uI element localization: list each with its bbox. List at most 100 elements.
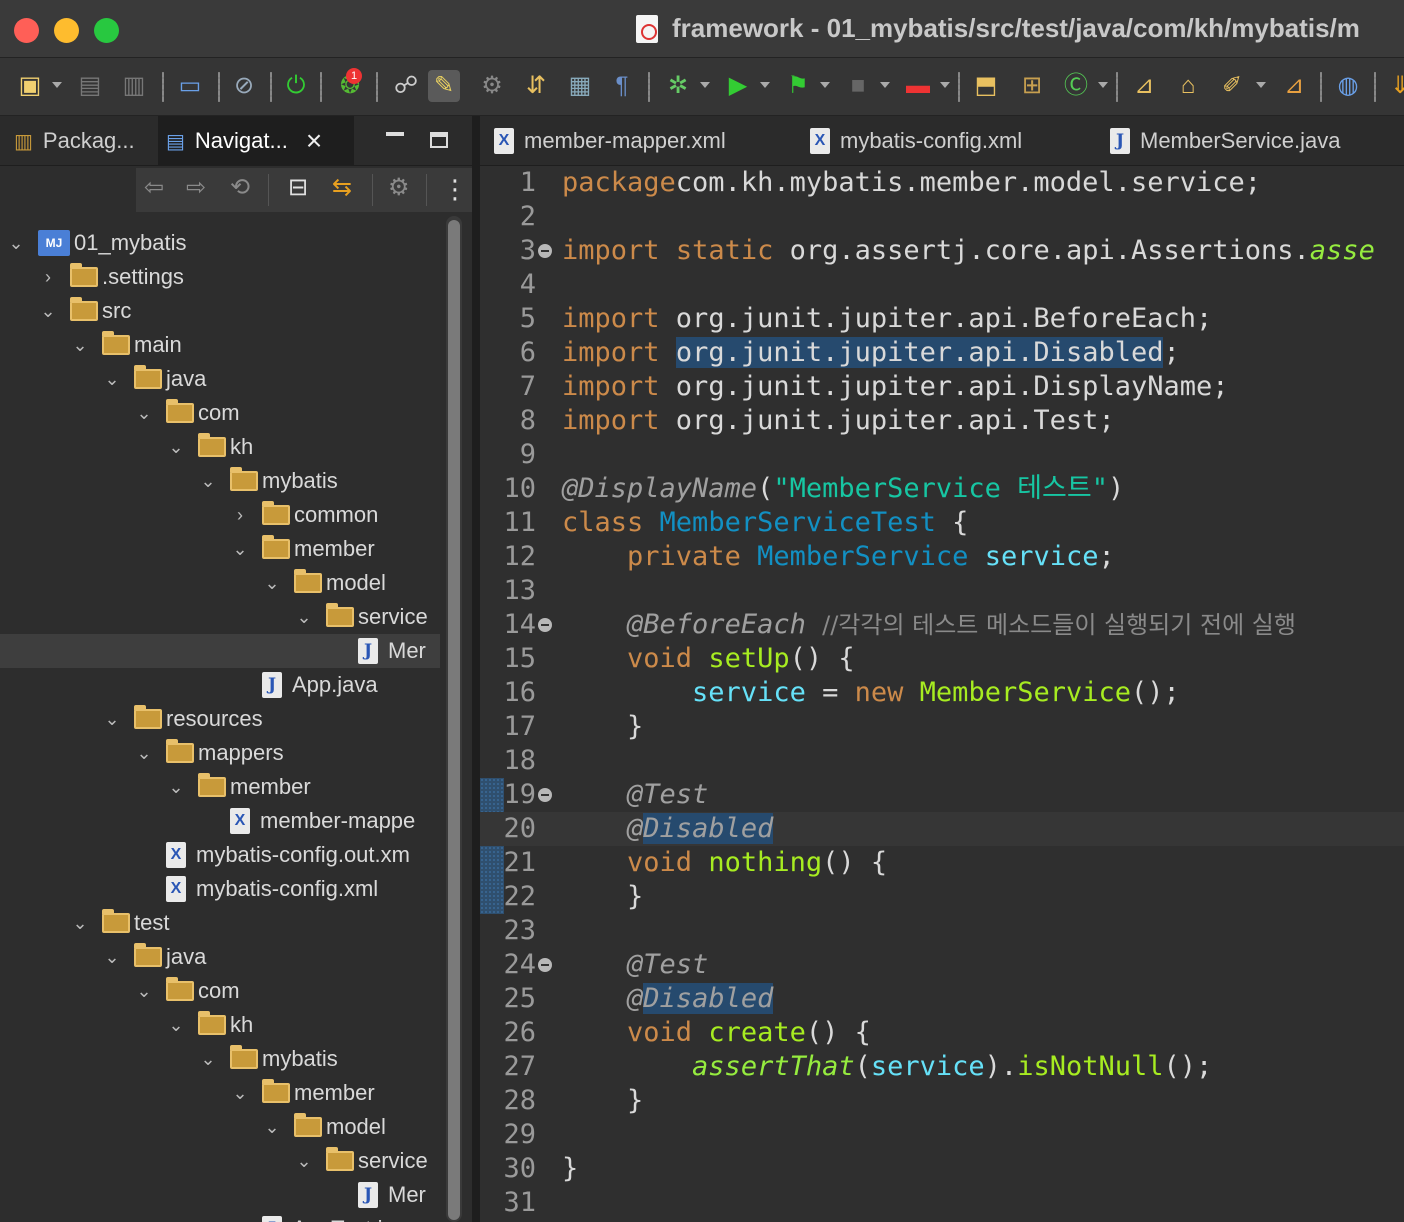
mark-occurrences-icon[interactable]: ✎ (428, 70, 460, 102)
tree-item[interactable]: ⌄ java (102, 362, 206, 396)
new-java-project-icon[interactable]: ⬒ (970, 70, 1002, 102)
code-line[interactable]: 15 void setUp() { (480, 642, 1404, 676)
server-dropdown-arrow[interactable] (940, 82, 950, 88)
code-line[interactable]: 16 service = new MemberService(); (480, 676, 1404, 710)
debug-dropdown-arrow[interactable] (700, 82, 710, 88)
tab-member-service-java[interactable]: J MemberService.java (1110, 116, 1341, 166)
close-icon[interactable]: × (306, 125, 322, 157)
code-line[interactable]: 13 (480, 574, 1404, 608)
code-line[interactable]: 5 import org.junit.jupiter.api.BeforeEach… (480, 302, 1404, 336)
code-line[interactable]: 8 import org.junit.jupiter.api.Test; (480, 404, 1404, 438)
code-line[interactable]: 22 } (480, 880, 1404, 914)
chevron-down-icon[interactable]: ⌄ (102, 709, 122, 730)
tree-item[interactable]: J App.java (230, 668, 378, 702)
save-all-icon[interactable]: ▥ (118, 70, 150, 102)
search-dropdown-arrow[interactable] (1256, 82, 1266, 88)
chevron-down-icon[interactable]: ⌄ (166, 777, 186, 798)
tree-item[interactable]: ⌄ service (294, 1144, 428, 1178)
tree-item[interactable]: ⌄ com (134, 396, 240, 430)
minimize-window-button[interactable] (54, 18, 79, 43)
new-dropdown-arrow[interactable] (52, 82, 62, 88)
open-folder-icon[interactable]: ⌂ (1172, 70, 1204, 102)
stop-dropdown-arrow[interactable] (880, 82, 890, 88)
save-icon[interactable]: ▤ (74, 70, 106, 102)
download-icon[interactable]: ⇓ (1384, 70, 1404, 102)
link-with-editor-icon[interactable]: ⇆ (332, 176, 352, 200)
show-whitespace-icon[interactable]: ¶ (606, 70, 638, 102)
code-line[interactable]: 31 (480, 1186, 1404, 1220)
fold-toggle-icon[interactable] (538, 244, 552, 258)
chevron-down-icon[interactable]: ⌄ (102, 369, 122, 390)
run-dropdown-arrow[interactable] (760, 82, 770, 88)
code-line[interactable]: 2 (480, 200, 1404, 234)
collapse-all-icon[interactable]: ⊟ (288, 176, 308, 200)
tab-member-mapper-xml[interactable]: X member-mapper.xml (494, 116, 726, 166)
chevron-down-icon[interactable]: ⌄ (262, 1117, 282, 1138)
chevron-down-icon[interactable]: ⌄ (70, 913, 90, 934)
new-package-icon[interactable]: ⊞ (1016, 70, 1048, 102)
tree-item[interactable]: ⌄ kh (166, 1008, 253, 1042)
code-line[interactable]: 3 import static org.assertj.core.api.Asse… (480, 234, 1404, 268)
code-line[interactable]: 18 (480, 744, 1404, 778)
tree-item[interactable]: ⌄ mybatis (198, 464, 338, 498)
tree-item[interactable]: ⌄ MJ 01_mybatis (6, 226, 187, 260)
chevron-down-icon[interactable]: ⌄ (6, 233, 26, 254)
tree-item[interactable]: ⌄ member (230, 532, 375, 566)
tree-item[interactable]: ⌄ java (102, 940, 206, 974)
code-line[interactable]: 4 (480, 268, 1404, 302)
tree-item[interactable]: ⌄ kh (166, 430, 253, 464)
code-line[interactable]: 20 @Disabled (480, 812, 1404, 846)
code-line[interactable]: 21 void nothing() { (480, 846, 1404, 880)
code-line[interactable]: 6 import org.junit.jupiter.api.Disabled; (480, 336, 1404, 370)
link-editor-icon[interactable]: ⚙ (476, 70, 508, 102)
tree-item[interactable]: ⌄ resources (102, 702, 263, 736)
chevron-down-icon[interactable]: ⌄ (70, 335, 90, 356)
block-selection-icon[interactable]: ▦ (564, 70, 596, 102)
tree-item[interactable]: Xmybatis-config.xml (134, 872, 378, 906)
chevron-down-icon[interactable]: ⌄ (198, 1049, 218, 1070)
code-line[interactable]: 11 class MemberServiceTest { (480, 506, 1404, 540)
chevron-down-icon[interactable]: ⌄ (230, 539, 250, 560)
chevron-right-icon[interactable]: › (230, 505, 250, 526)
minimize-view-button[interactable] (386, 132, 404, 136)
next-annotation-icon[interactable]: ⇵ (520, 70, 552, 102)
new-wizard-icon[interactable]: ▣ (14, 70, 46, 102)
code-line[interactable]: 30} (480, 1152, 1404, 1186)
tree-item[interactable]: ⌄ src (38, 294, 131, 328)
tree-item[interactable]: ⌄ com (134, 974, 240, 1008)
code-line[interactable]: 24 @Test (480, 948, 1404, 982)
code-line[interactable]: 27 assertThat(service).isNotNull(); (480, 1050, 1404, 1084)
tab-mybatis-config-xml[interactable]: X mybatis-config.xml (810, 116, 1022, 166)
globe-icon[interactable]: ◍ (1332, 70, 1364, 102)
tree-scrollbar-thumb[interactable] (448, 220, 460, 1220)
chevron-down-icon[interactable]: ⌄ (166, 437, 186, 458)
tree-item[interactable]: ⌄ model (262, 566, 386, 600)
code-line[interactable]: 14 @BeforeEach //각각의 테스트 메소드들이 실행되기 전에 실… (480, 608, 1404, 642)
tree-item[interactable]: Xmember-mappe (198, 804, 415, 838)
code-line[interactable]: 9 (480, 438, 1404, 472)
tree-item[interactable]: ⌄ mappers (134, 736, 284, 770)
debug-icon[interactable]: ✲ (662, 70, 694, 102)
code-line[interactable]: 12 private MemberService service; (480, 540, 1404, 574)
open-type-folder-icon[interactable]: ⊿ (1128, 70, 1160, 102)
code-line[interactable]: 25 @Disabled (480, 982, 1404, 1016)
tab-package-explorer[interactable]: ▥ Packag... (14, 116, 158, 166)
tree-item[interactable]: › common (230, 498, 378, 532)
terminal-icon[interactable]: ▭ (174, 70, 206, 102)
skip-breakpoints-icon[interactable]: ⊘ (228, 70, 260, 102)
maximize-view-button[interactable] (430, 132, 448, 148)
tree-item[interactable]: J Mer (326, 1178, 426, 1212)
code-line[interactable]: 7 import org.junit.jupiter.api.DisplayNam… (480, 370, 1404, 404)
chevron-down-icon[interactable]: ⌄ (38, 301, 58, 322)
tree-item[interactable]: ⌄ member (230, 1076, 375, 1110)
tree-item[interactable]: J Mer (0, 634, 440, 668)
run-server-icon[interactable]: ▬ (902, 70, 934, 102)
chevron-down-icon[interactable]: ⌄ (166, 1015, 186, 1036)
tree-item[interactable]: ⌄ member (166, 770, 311, 804)
fold-toggle-icon[interactable] (538, 958, 552, 972)
code-line[interactable]: 28 } (480, 1084, 1404, 1118)
chevron-down-icon[interactable]: ⌄ (198, 471, 218, 492)
tree-item[interactable]: › .settings (38, 260, 184, 294)
power-icon[interactable]: ⏻ (280, 70, 312, 102)
new-class-icon[interactable]: Ⓒ (1060, 70, 1092, 102)
